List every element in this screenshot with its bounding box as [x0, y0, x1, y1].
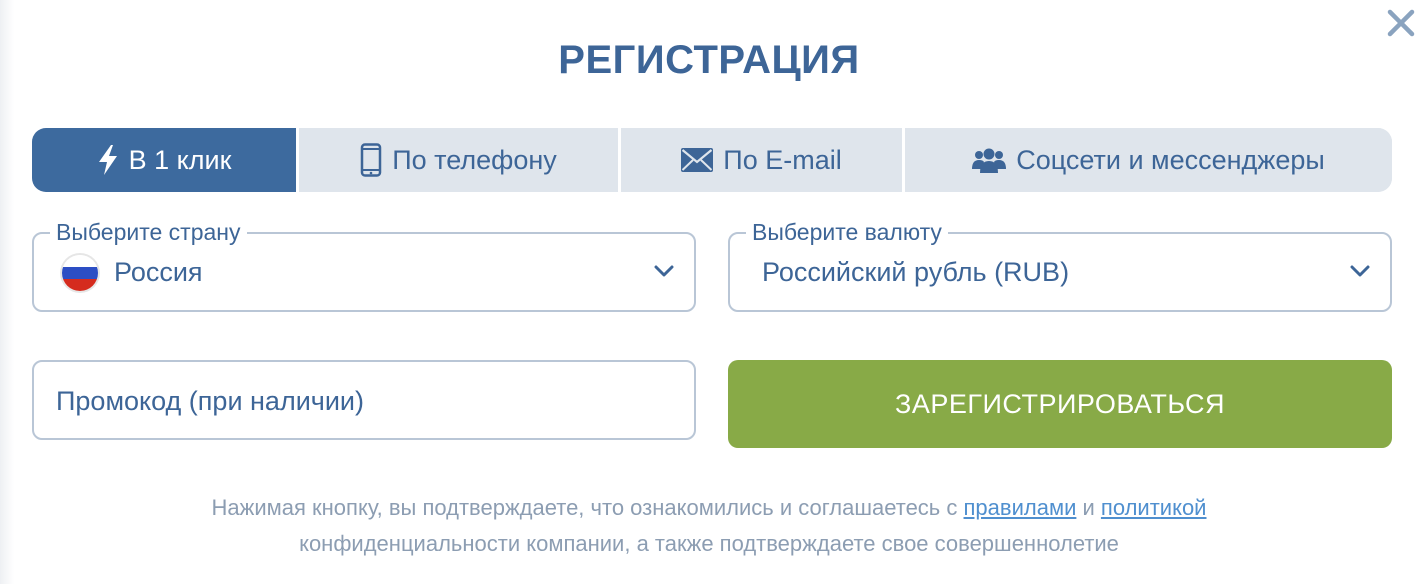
currency-label: Выберите валюту [746, 218, 948, 246]
users-icon [972, 148, 1007, 173]
phone-icon [360, 143, 382, 177]
tab-label: Соцсети и мессенджеры [1016, 144, 1325, 175]
tab-one-click[interactable]: В 1 клик [32, 128, 296, 192]
disclaimer-line-1: Нажимая кнопку, вы подтверждаете, что оз… [0, 490, 1418, 526]
disclaimer: Нажимая кнопку, вы подтверждаете, что оз… [0, 490, 1418, 562]
tab-phone[interactable]: По телефону [296, 128, 618, 192]
promo-field [32, 360, 696, 440]
lightning-icon [98, 145, 117, 175]
close-icon[interactable] [1386, 8, 1416, 38]
russia-flag-icon [62, 255, 98, 291]
disclaimer-text: Нажимая кнопку, вы подтверждаете, что оз… [211, 495, 958, 520]
country-label: Выберите страну [50, 218, 247, 246]
promo-input[interactable] [56, 382, 656, 420]
currency-select[interactable]: Выберите валюту Российский рубль (RUB) [728, 218, 1392, 312]
chevron-down-icon [1350, 265, 1370, 277]
page-title: РЕГИСТРАЦИЯ [558, 38, 860, 82]
country-value: Россия [114, 257, 203, 287]
chevron-down-icon [654, 265, 674, 277]
disclaimer-line-2: конфиденциальности компании, а также под… [299, 531, 1119, 556]
tab-social[interactable]: Соцсети и мессенджеры [902, 128, 1392, 192]
tab-label: В 1 клик [128, 144, 232, 175]
country-select[interactable]: Выберите страну Россия [32, 218, 696, 312]
registration-tabs: В 1 клик По телефону По E-mail Соцсети и… [32, 128, 1392, 192]
tab-email[interactable]: По E-mail [618, 128, 902, 192]
envelope-icon [681, 148, 714, 172]
rules-link[interactable]: правилами [964, 495, 1077, 520]
tab-label: По E-mail [723, 144, 842, 175]
policy-link[interactable]: политикой [1101, 495, 1207, 520]
currency-value: Российский рубль (RUB) [762, 257, 1070, 287]
disclaimer-and: и [1082, 495, 1095, 520]
register-button[interactable]: ЗАРЕГИСТРИРОВАТЬСЯ [728, 360, 1392, 448]
tab-label: По телефону [392, 144, 557, 175]
